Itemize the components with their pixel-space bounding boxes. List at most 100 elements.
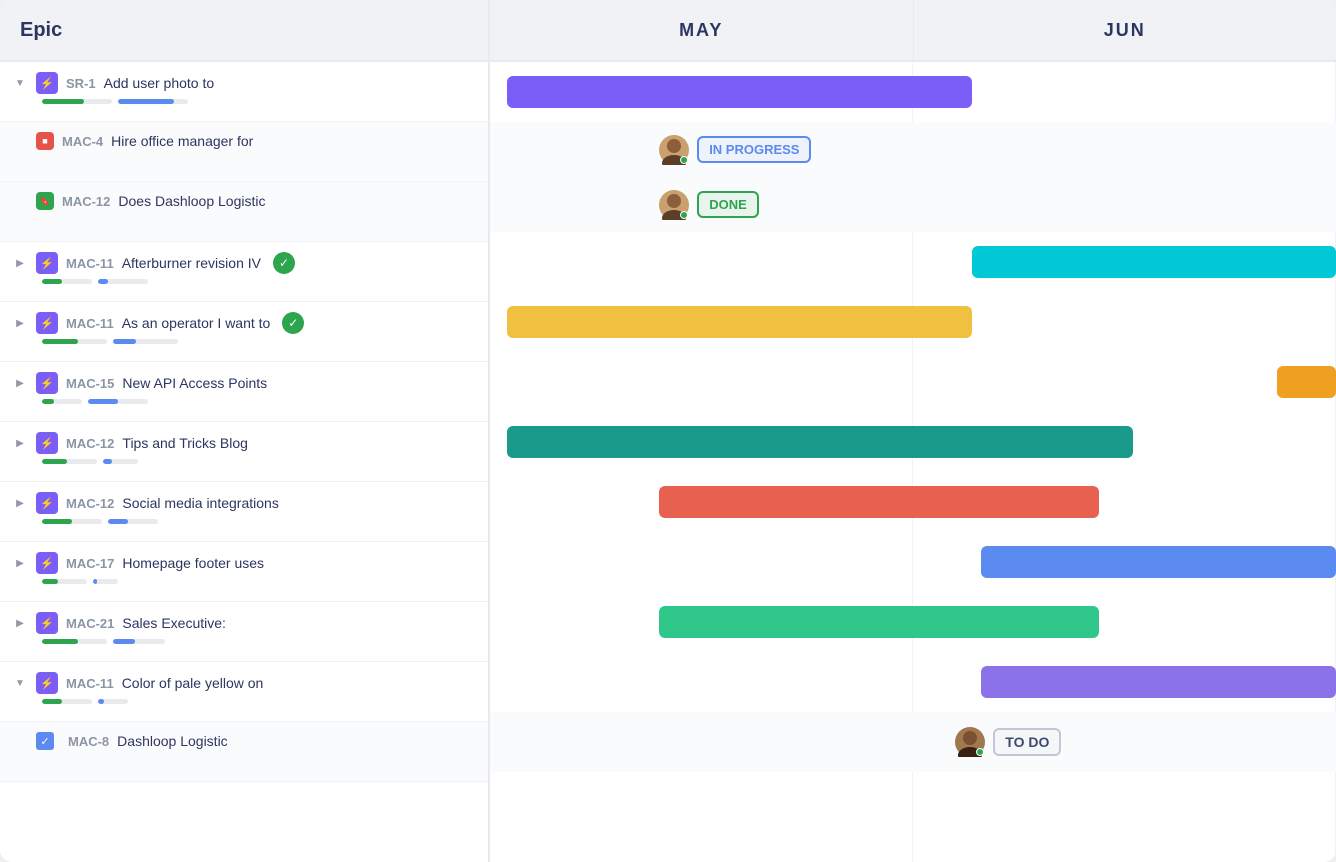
lightning-icon-mac11b: ⚡ bbox=[36, 312, 58, 334]
bar-row-mac15 bbox=[490, 352, 1336, 412]
bar-row-mac12c bbox=[490, 472, 1336, 532]
title-mac17: Homepage footer uses bbox=[122, 555, 264, 571]
chevron-mac12c[interactable]: ▶ bbox=[12, 495, 28, 511]
title-mac15: New API Access Points bbox=[122, 375, 267, 391]
fill-green-mac11b bbox=[42, 339, 78, 344]
chevron-mac15[interactable]: ▶ bbox=[12, 375, 28, 391]
avatar-mac8 bbox=[955, 727, 985, 757]
lightning-icon-mac12c: ⚡ bbox=[36, 492, 58, 514]
stop-icon-mac4: ■ bbox=[36, 132, 54, 150]
epic-row-mac17: ▶ ⚡ MAC-17 Homepage footer uses bbox=[0, 542, 488, 602]
fill-green-mac15 bbox=[42, 399, 54, 404]
bar-row-mac17 bbox=[490, 532, 1336, 592]
progress-green-mac12b bbox=[42, 459, 97, 464]
status-row-mac8: TO DO bbox=[955, 727, 1061, 757]
ticket-mac12a: MAC-12 bbox=[62, 194, 110, 209]
progress-green-mac15 bbox=[42, 399, 82, 404]
bar-row-mac11b bbox=[490, 292, 1336, 352]
chevron-mac11b[interactable]: ▶ bbox=[12, 315, 28, 331]
gantt-bar-mac11c[interactable] bbox=[981, 666, 1336, 698]
epic-row-mac12c: ▶ ⚡ MAC-12 Social media integrations bbox=[0, 482, 488, 542]
gantt-container: Epic ▼ ⚡ SR-1 Add user photo to bbox=[0, 0, 1336, 862]
ticket-mac17: MAC-17 bbox=[66, 556, 114, 571]
fill-blue-mac11a bbox=[98, 279, 108, 284]
month-jun: JUN bbox=[914, 0, 1336, 60]
ticket-mac11b: MAC-11 bbox=[66, 316, 114, 331]
title-mac12c: Social media integrations bbox=[122, 495, 278, 511]
progress-blue-mac11b bbox=[113, 339, 178, 344]
fill-green-sr1 bbox=[42, 99, 84, 104]
fill-blue-sr1 bbox=[118, 99, 174, 104]
chevron-sr1[interactable]: ▼ bbox=[12, 75, 28, 91]
bar-row-mac11c bbox=[490, 652, 1336, 712]
chevron-mac12b[interactable]: ▶ bbox=[12, 435, 28, 451]
epic-row-mac21: ▶ ⚡ MAC-21 Sales Executive: bbox=[0, 602, 488, 662]
chevron-mac21[interactable]: ▶ bbox=[12, 615, 28, 631]
lightning-icon-mac11a: ⚡ bbox=[36, 252, 58, 274]
online-dot-mac12a bbox=[680, 211, 688, 219]
progress-blue-mac11c bbox=[98, 699, 128, 704]
fill-blue-mac15 bbox=[88, 399, 118, 404]
fill-green-mac12c bbox=[42, 519, 72, 524]
gantt-bar-mac17[interactable] bbox=[981, 546, 1336, 578]
gantt-bar-mac12c[interactable] bbox=[659, 486, 1099, 518]
progress-blue-mac21 bbox=[113, 639, 165, 644]
title-mac11b: As an operator I want to bbox=[122, 315, 271, 331]
lightning-icon-mac12b: ⚡ bbox=[36, 432, 58, 454]
status-row-mac12a: DONE bbox=[659, 190, 759, 220]
gantt-bar-mac11a[interactable] bbox=[972, 246, 1336, 278]
chevron-mac11a[interactable]: ▶ bbox=[12, 255, 28, 271]
fill-blue-mac11c bbox=[98, 699, 104, 704]
progress-blue-sr1 bbox=[118, 99, 188, 104]
fill-green-mac11c bbox=[42, 699, 62, 704]
lightning-icon-sr1: ⚡ bbox=[36, 72, 58, 94]
ticket-sr1: SR-1 bbox=[66, 76, 96, 91]
ticket-mac21: MAC-21 bbox=[66, 616, 114, 631]
right-panel: MAY JUN bbox=[490, 0, 1336, 862]
lightning-icon-mac11c: ⚡ bbox=[36, 672, 58, 694]
progress-green-sr1 bbox=[42, 99, 112, 104]
progress-green-mac11a bbox=[42, 279, 92, 284]
progress-green-mac17 bbox=[42, 579, 87, 584]
epic-row-mac11b: ▶ ⚡ MAC-11 As an operator I want to ✓ bbox=[0, 302, 488, 362]
epic-row-mac11c: ▼ ⚡ MAC-11 Color of pale yellow on bbox=[0, 662, 488, 722]
fill-blue-mac12b bbox=[103, 459, 112, 464]
gantt-bar-sr1[interactable] bbox=[507, 76, 972, 108]
bookmark-icon-mac12a: 🔖 bbox=[36, 192, 54, 210]
progress-green-mac21 bbox=[42, 639, 107, 644]
title-mac11a: Afterburner revision IV bbox=[122, 255, 261, 271]
right-body: IN PROGRESS DONE bbox=[490, 62, 1336, 862]
fill-green-mac17 bbox=[42, 579, 58, 584]
title-mac11c: Color of pale yellow on bbox=[122, 675, 264, 691]
chevron-mac17[interactable]: ▶ bbox=[12, 555, 28, 571]
fill-blue-mac12c bbox=[108, 519, 128, 524]
gantt-bar-mac15[interactable] bbox=[1277, 366, 1336, 398]
right-header: MAY JUN bbox=[490, 0, 1336, 62]
gantt-bar-mac11b[interactable] bbox=[507, 306, 972, 338]
epic-row-mac8: ✓ MAC-8 Dashloop Logistic bbox=[0, 722, 488, 782]
chevron-mac11c[interactable]: ▼ bbox=[12, 675, 28, 691]
bar-row-sr1 bbox=[490, 62, 1336, 122]
lightning-icon-mac17: ⚡ bbox=[36, 552, 58, 574]
online-dot-mac4 bbox=[680, 156, 688, 164]
epic-header-title: Epic bbox=[20, 19, 62, 42]
bar-row-mac21 bbox=[490, 592, 1336, 652]
left-header: Epic bbox=[0, 0, 488, 62]
title-mac21: Sales Executive: bbox=[122, 615, 226, 631]
lightning-icon-mac21: ⚡ bbox=[36, 612, 58, 634]
epic-row-sr1: ▼ ⚡ SR-1 Add user photo to bbox=[0, 62, 488, 122]
title-mac8: Dashloop Logistic bbox=[117, 733, 228, 749]
epic-row-mac4: ■ MAC-4 Hire office manager for bbox=[0, 122, 488, 182]
bar-row-mac12a: DONE bbox=[490, 177, 1336, 232]
gantt-bar-mac21[interactable] bbox=[659, 606, 1099, 638]
bar-row-mac11a bbox=[490, 232, 1336, 292]
bar-row-mac4: IN PROGRESS bbox=[490, 122, 1336, 177]
gantt-bar-mac12b[interactable] bbox=[507, 426, 1133, 458]
title-sr1: Add user photo to bbox=[104, 75, 215, 91]
progress-blue-mac12c bbox=[108, 519, 158, 524]
progress-blue-mac17 bbox=[93, 579, 118, 584]
title-mac12b: Tips and Tricks Blog bbox=[122, 435, 248, 451]
checkbox-icon-mac8: ✓ bbox=[36, 732, 54, 750]
epic-row-mac15: ▶ ⚡ MAC-15 New API Access Points bbox=[0, 362, 488, 422]
progress-green-mac12c bbox=[42, 519, 102, 524]
